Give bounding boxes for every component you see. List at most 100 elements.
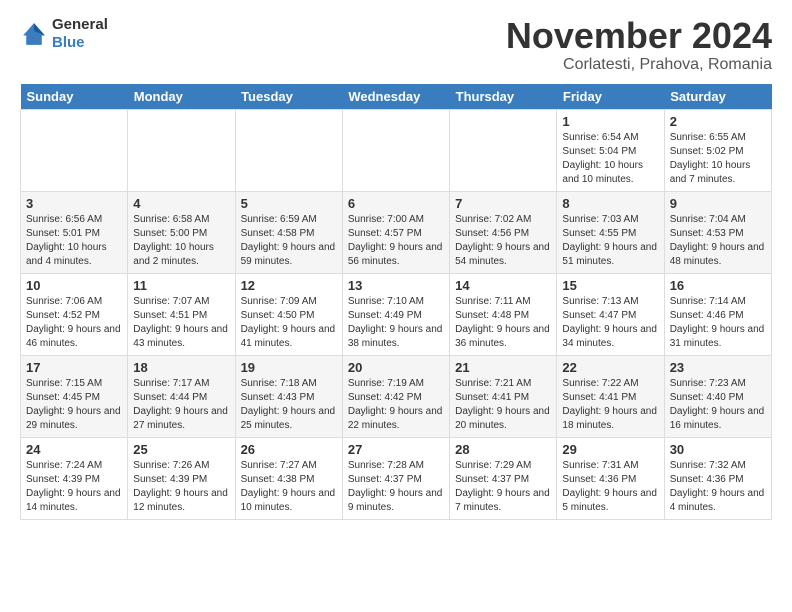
day-cell: 25 Sunrise: 7:26 AMSunset: 4:39 PMDayligh… <box>128 437 235 519</box>
calendar-container: General Blue November 2024 Corlatesti, P… <box>0 0 792 530</box>
day-info: Sunrise: 7:18 AMSunset: 4:43 PMDaylight:… <box>241 378 336 431</box>
day-cell: 13Sunrise: 7:10 AMSunset: 4:49 PMDayligh… <box>342 273 449 355</box>
day-number: 28 <box>455 442 551 457</box>
day-info: Sunrise: 7:00 AMSunset: 4:57 PMDaylight:… <box>348 214 443 267</box>
day-cell: 11 Sunrise: 7:07 AMSunset: 4:51 PMDayligh… <box>128 273 235 355</box>
day-cell: 23Sunrise: 7:23 AMSunset: 4:40 PMDayligh… <box>664 355 771 437</box>
day-info: Sunrise: 7:27 AMSunset: 4:38 PMDaylight:… <box>241 460 336 513</box>
week-row-5: 24 Sunrise: 7:24 AMSunset: 4:39 PMDayligh… <box>21 437 772 519</box>
day-number: 3 <box>26 196 122 211</box>
day-cell: 22 Sunrise: 7:22 AMSunset: 4:41 PMDayligh… <box>557 355 664 437</box>
day-info: Sunrise: 7:32 AMSunset: 4:36 PMDaylight:… <box>670 460 765 513</box>
day-number: 15 <box>562 278 658 293</box>
day-info: Sunrise: 7:09 AMSunset: 4:50 PMDaylight:… <box>241 296 336 349</box>
day-info: Sunrise: 7:14 AMSunset: 4:46 PMDaylight:… <box>670 296 765 349</box>
col-header-sunday: Sunday <box>21 84 128 110</box>
location: Corlatesti, Prahova, Romania <box>506 56 772 74</box>
day-number: 22 <box>562 360 658 375</box>
day-cell: 5Sunrise: 6:59 AMSunset: 4:58 PMDaylight… <box>235 191 342 273</box>
day-cell: 24 Sunrise: 7:24 AMSunset: 4:39 PMDayligh… <box>21 437 128 519</box>
day-number: 20 <box>348 360 444 375</box>
col-header-tuesday: Tuesday <box>235 84 342 110</box>
header-row: SundayMondayTuesdayWednesdayThursdayFrid… <box>21 84 772 110</box>
day-info: Sunrise: 7:17 AMSunset: 4:44 PMDaylight:… <box>133 378 228 431</box>
day-number: 9 <box>670 196 766 211</box>
day-number: 19 <box>241 360 337 375</box>
logo-text: General Blue <box>52 16 108 52</box>
day-cell: 1 Sunrise: 6:54 AMSunset: 5:04 PMDaylight… <box>557 109 664 191</box>
day-info: Sunrise: 7:02 AMSunset: 4:56 PMDaylight:… <box>455 214 550 267</box>
day-info: Sunrise: 7:29 AMSunset: 4:37 PMDaylight:… <box>455 460 550 513</box>
day-info: Sunrise: 7:21 AMSunset: 4:41 PMDaylight:… <box>455 378 550 431</box>
day-number: 29 <box>562 442 658 457</box>
day-number: 10 <box>26 278 122 293</box>
day-cell: 2Sunrise: 6:55 AMSunset: 5:02 PMDaylight… <box>664 109 771 191</box>
day-info: Sunrise: 6:56 AMSunset: 5:01 PMDaylight:… <box>26 214 107 267</box>
day-number: 11 <box>133 278 229 293</box>
day-number: 6 <box>348 196 444 211</box>
day-number: 23 <box>670 360 766 375</box>
day-number: 26 <box>241 442 337 457</box>
col-header-monday: Monday <box>128 84 235 110</box>
day-cell <box>21 109 128 191</box>
day-info: Sunrise: 6:55 AMSunset: 5:02 PMDaylight:… <box>670 132 751 185</box>
day-info: Sunrise: 7:11 AMSunset: 4:48 PMDaylight:… <box>455 296 550 349</box>
calendar-table: SundayMondayTuesdayWednesdayThursdayFrid… <box>20 84 772 520</box>
col-header-wednesday: Wednesday <box>342 84 449 110</box>
month-title: November 2024 <box>506 16 772 56</box>
day-number: 4 <box>133 196 229 211</box>
day-number: 13 <box>348 278 444 293</box>
day-cell: 30 Sunrise: 7:32 AMSunset: 4:36 PMDayligh… <box>664 437 771 519</box>
col-header-thursday: Thursday <box>450 84 557 110</box>
day-number: 30 <box>670 442 766 457</box>
week-row-1: 1 Sunrise: 6:54 AMSunset: 5:04 PMDaylight… <box>21 109 772 191</box>
day-info: Sunrise: 7:07 AMSunset: 4:51 PMDaylight:… <box>133 296 228 349</box>
day-cell: 10Sunrise: 7:06 AMSunset: 4:52 PMDayligh… <box>21 273 128 355</box>
day-number: 5 <box>241 196 337 211</box>
day-number: 25 <box>133 442 229 457</box>
day-info: Sunrise: 6:54 AMSunset: 5:04 PMDaylight:… <box>562 132 643 185</box>
day-cell: 12 Sunrise: 7:09 AMSunset: 4:50 PMDayligh… <box>235 273 342 355</box>
day-number: 17 <box>26 360 122 375</box>
day-info: Sunrise: 7:03 AMSunset: 4:55 PMDaylight:… <box>562 214 657 267</box>
day-cell <box>342 109 449 191</box>
day-cell: 20 Sunrise: 7:19 AMSunset: 4:42 PMDayligh… <box>342 355 449 437</box>
day-info: Sunrise: 7:19 AMSunset: 4:42 PMDaylight:… <box>348 378 443 431</box>
title-block: November 2024 Corlatesti, Prahova, Roman… <box>506 16 772 74</box>
day-number: 21 <box>455 360 551 375</box>
day-cell: 9 Sunrise: 7:04 AMSunset: 4:53 PMDaylight… <box>664 191 771 273</box>
day-info: Sunrise: 7:04 AMSunset: 4:53 PMDaylight:… <box>670 214 765 267</box>
week-row-4: 17 Sunrise: 7:15 AMSunset: 4:45 PMDayligh… <box>21 355 772 437</box>
day-number: 16 <box>670 278 766 293</box>
day-number: 1 <box>562 114 658 129</box>
week-row-2: 3 Sunrise: 6:56 AMSunset: 5:01 PMDaylight… <box>21 191 772 273</box>
header: General Blue November 2024 Corlatesti, P… <box>20 16 772 74</box>
day-cell: 16 Sunrise: 7:14 AMSunset: 4:46 PMDayligh… <box>664 273 771 355</box>
logo: General Blue <box>20 16 108 52</box>
day-cell: 27Sunrise: 7:28 AMSunset: 4:37 PMDayligh… <box>342 437 449 519</box>
day-info: Sunrise: 7:31 AMSunset: 4:36 PMDaylight:… <box>562 460 657 513</box>
day-info: Sunrise: 7:24 AMSunset: 4:39 PMDaylight:… <box>26 460 121 513</box>
day-cell: 15Sunrise: 7:13 AMSunset: 4:47 PMDayligh… <box>557 273 664 355</box>
day-cell: 28 Sunrise: 7:29 AMSunset: 4:37 PMDayligh… <box>450 437 557 519</box>
day-info: Sunrise: 7:15 AMSunset: 4:45 PMDaylight:… <box>26 378 121 431</box>
day-cell: 6 Sunrise: 7:00 AMSunset: 4:57 PMDaylight… <box>342 191 449 273</box>
day-info: Sunrise: 7:22 AMSunset: 4:41 PMDaylight:… <box>562 378 657 431</box>
day-number: 24 <box>26 442 122 457</box>
day-info: Sunrise: 6:58 AMSunset: 5:00 PMDaylight:… <box>133 214 214 267</box>
day-number: 18 <box>133 360 229 375</box>
day-cell: 17 Sunrise: 7:15 AMSunset: 4:45 PMDayligh… <box>21 355 128 437</box>
day-number: 8 <box>562 196 658 211</box>
day-cell: 18 Sunrise: 7:17 AMSunset: 4:44 PMDayligh… <box>128 355 235 437</box>
day-cell: 26 Sunrise: 7:27 AMSunset: 4:38 PMDayligh… <box>235 437 342 519</box>
day-cell: 29 Sunrise: 7:31 AMSunset: 4:36 PMDayligh… <box>557 437 664 519</box>
day-cell: 8 Sunrise: 7:03 AMSunset: 4:55 PMDaylight… <box>557 191 664 273</box>
day-number: 14 <box>455 278 551 293</box>
col-header-saturday: Saturday <box>664 84 771 110</box>
logo-general: General <box>52 16 108 34</box>
week-row-3: 10Sunrise: 7:06 AMSunset: 4:52 PMDayligh… <box>21 273 772 355</box>
day-info: Sunrise: 7:26 AMSunset: 4:39 PMDaylight:… <box>133 460 228 513</box>
day-number: 12 <box>241 278 337 293</box>
logo-blue: Blue <box>52 34 108 52</box>
day-number: 27 <box>348 442 444 457</box>
